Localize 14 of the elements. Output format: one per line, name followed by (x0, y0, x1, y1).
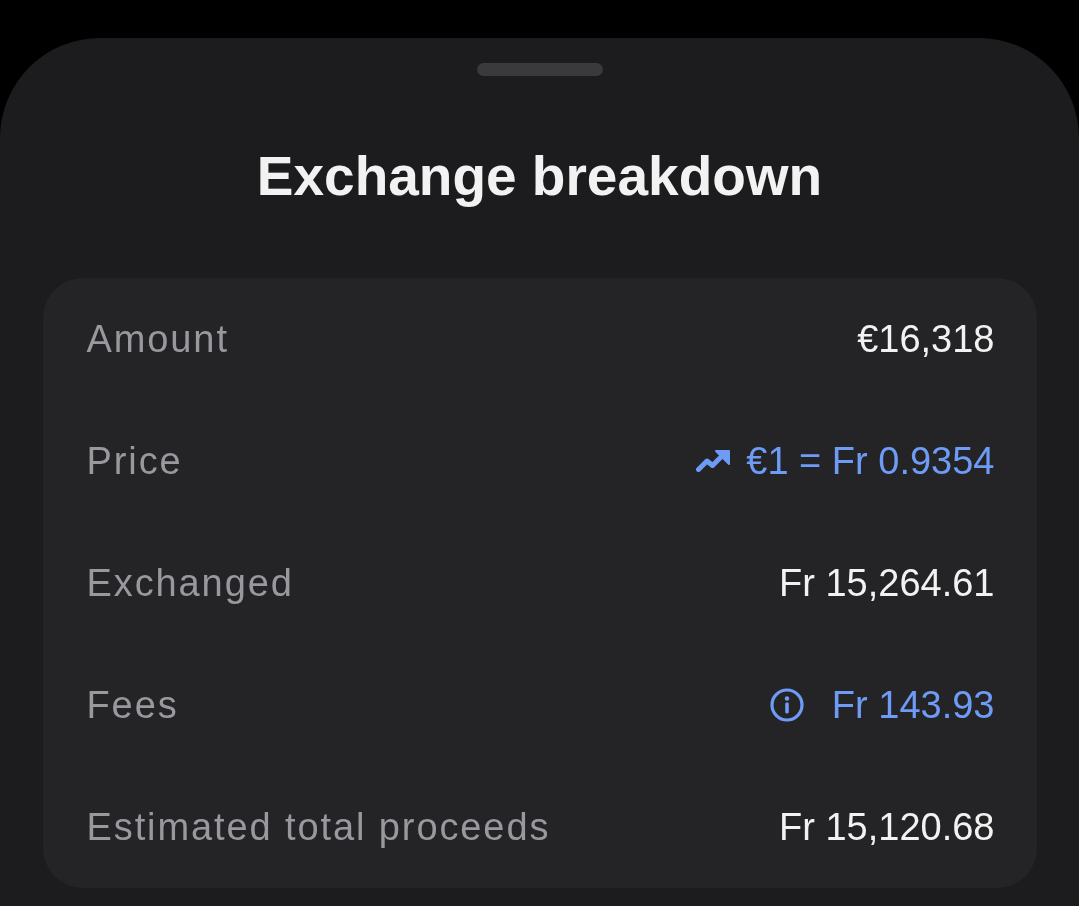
trend-up-icon (696, 450, 731, 472)
row-label: Amount (86, 317, 229, 361)
row-label: Price (86, 439, 183, 483)
row-value: €1 = Fr 0.9354 (746, 439, 995, 483)
row-value: €16,318 (857, 317, 995, 361)
row-label: Exchanged (86, 561, 294, 605)
row-value: Fr 143.93 (831, 683, 995, 727)
info-icon[interactable] (769, 688, 804, 722)
drag-handle[interactable] (476, 63, 603, 76)
row-label: Fees (86, 683, 179, 727)
row-value: Fr 15,264.61 (779, 561, 995, 605)
row-label: Estimated total proceeds (86, 805, 551, 849)
sheet-title: Exchange breakdown (256, 144, 823, 209)
row-value: Fr 15,120.68 (779, 805, 995, 849)
